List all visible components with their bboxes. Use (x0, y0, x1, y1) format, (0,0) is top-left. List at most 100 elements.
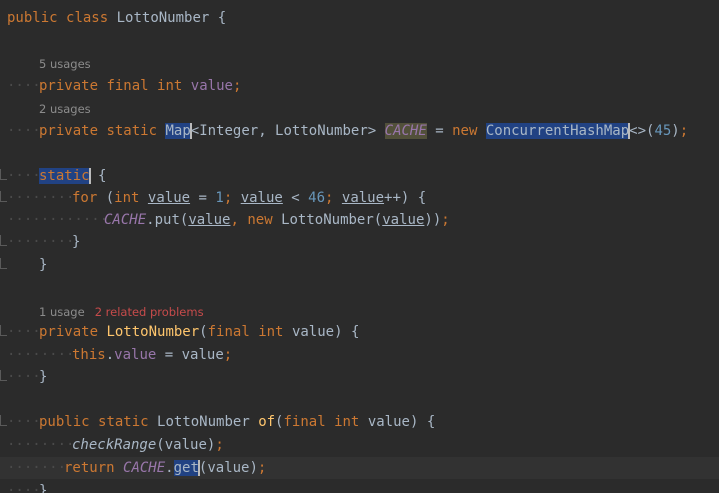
indent-guide: ···· (7, 369, 41, 385)
semicolon: ; (215, 437, 224, 453)
operator-assign: = (164, 347, 174, 363)
paren-close: )) (424, 212, 442, 228)
brace-close: } (72, 234, 81, 250)
brace-open: { (98, 168, 107, 184)
keyword-static: static (98, 414, 149, 430)
line-6-code: CACHE.put(value, new LottoNumber(value))… (104, 209, 450, 231)
type-concurrent-hash-map-highlighted: ConcurrentHashMap (485, 123, 630, 139)
code-line-10[interactable]: ········ this.value = value; (0, 344, 719, 366)
brace-close: } (39, 369, 48, 385)
brace-open: { (426, 414, 436, 430)
line-11-code: } (39, 366, 47, 388)
keyword-int: int (114, 190, 140, 206)
keyword-static-highlighted: static (39, 168, 90, 184)
line-13-code: checkRange(value); (72, 434, 224, 456)
dot: . (165, 460, 174, 476)
semicolon: ; (223, 347, 233, 363)
code-line-15[interactable]: ···· } (0, 480, 719, 493)
code-line-14-current[interactable]: ······· return CACHE.get(value); (0, 457, 719, 479)
keyword-private: private (39, 78, 99, 94)
line-5-code: for (int value = 1; value < 46; value++)… (72, 187, 426, 209)
indent-guide: ···· (7, 78, 41, 94)
parameter-value: value (367, 414, 410, 430)
line-2-code: private final int value; (39, 75, 241, 97)
field-cache: CACHE (104, 212, 147, 228)
line-9-code: private LottoNumber(final int value) { (39, 321, 359, 343)
loop-variable: value (188, 212, 231, 228)
code-line-5[interactable]: ········ for (int value = 1; value < 46;… (0, 187, 719, 209)
keyword-int: int (157, 78, 183, 94)
comma: , (230, 212, 239, 228)
field-cache: CACHE (384, 123, 427, 139)
indent-guide: ········ (7, 234, 75, 250)
code-line-3[interactable]: ···· private static Map<Integer, LottoNu… (0, 120, 719, 142)
line-1-code: public class LottoNumber { (7, 7, 226, 29)
related-problems-link[interactable]: 2 related problems (95, 305, 204, 319)
text-caret (88, 168, 91, 184)
paren-close: ) (409, 414, 419, 430)
indent-guide: ········ (7, 437, 75, 453)
usages-hint-cache[interactable]: 2 usages (39, 100, 91, 118)
field-value: value (190, 78, 233, 94)
brace-open: { (350, 324, 360, 340)
line-8-code: } (39, 254, 47, 276)
semicolon: ; (232, 78, 242, 94)
keyword-int: int (334, 414, 360, 430)
code-editor[interactable]: public class LottoNumber { 5 usages ····… (0, 0, 719, 493)
number-literal: 1 (215, 190, 224, 206)
parameter-value: value (181, 347, 224, 363)
semicolon: ; (679, 123, 689, 139)
fold-marker[interactable] (0, 235, 7, 246)
code-line-13[interactable]: ········ checkRange(value); (0, 434, 719, 456)
operator-assign: = (435, 123, 444, 139)
keyword-int: int (258, 324, 284, 340)
field-value: value (114, 347, 157, 363)
indent-guide: ···· (7, 324, 41, 340)
class-name: LottoNumber (116, 10, 210, 26)
fold-marker[interactable] (0, 370, 7, 381)
paren-close: ) (334, 324, 343, 340)
loop-variable: value (341, 190, 385, 206)
line-3-code: private static Map<Integer, LottoNumber>… (39, 120, 688, 142)
fold-marker[interactable] (0, 169, 7, 180)
fold-marker[interactable] (0, 191, 7, 202)
code-line-11[interactable]: ···· } (0, 366, 719, 388)
semicolon: ; (325, 190, 334, 206)
line-7-code: } (72, 231, 80, 253)
code-line-1[interactable]: public class LottoNumber { (0, 7, 719, 29)
indent-guide: ···· (7, 168, 41, 184)
code-line-4[interactable]: ···· static { (0, 165, 719, 187)
keyword-for: for (72, 190, 98, 206)
fold-marker[interactable] (0, 325, 7, 336)
code-line-8[interactable]: } (0, 254, 719, 276)
semicolon: ; (223, 190, 233, 206)
paren-open: ( (105, 190, 115, 206)
constructor-call: LottoNumber( (281, 212, 383, 228)
line-12-code: public static LottoNumber of(final int v… (39, 411, 435, 433)
keyword-final: final (106, 78, 149, 94)
method-call-check-range: checkRange (72, 437, 157, 453)
fold-marker[interactable] (0, 415, 7, 426)
operator-less-than: < (291, 190, 300, 206)
code-line-6[interactable]: ············ CACHE.put(value, new LottoN… (0, 209, 719, 231)
operator-increment: ++ (384, 190, 401, 206)
brace-close: } (39, 257, 48, 273)
loop-variable: value (382, 212, 425, 228)
call-arguments: (value) (198, 460, 258, 476)
line-10-code: this.value = value; (72, 344, 232, 366)
keyword-static: static (106, 123, 158, 139)
code-line-7[interactable]: ········ } (0, 231, 719, 253)
code-line-2[interactable]: ···· private final int value; (0, 75, 719, 97)
keyword-return: return (64, 460, 115, 476)
code-line-9[interactable]: ···· private LottoNumber(final int value… (0, 321, 719, 343)
code-line-12[interactable]: ···· public static LottoNumber of(final … (0, 411, 719, 433)
brace-open: { (217, 10, 227, 26)
usages-hint-constructor[interactable]: 1 usage 2 related problems (39, 303, 204, 321)
line-14-code: return CACHE.get(value); (64, 457, 266, 479)
fold-marker[interactable] (0, 258, 7, 269)
method-put: .put( (146, 212, 189, 228)
parameter-value: value (291, 324, 335, 340)
generic-types: <Integer, LottoNumber> (190, 123, 377, 139)
loop-variable: value (240, 190, 283, 206)
usages-hint-value[interactable]: 5 usages (39, 55, 91, 73)
